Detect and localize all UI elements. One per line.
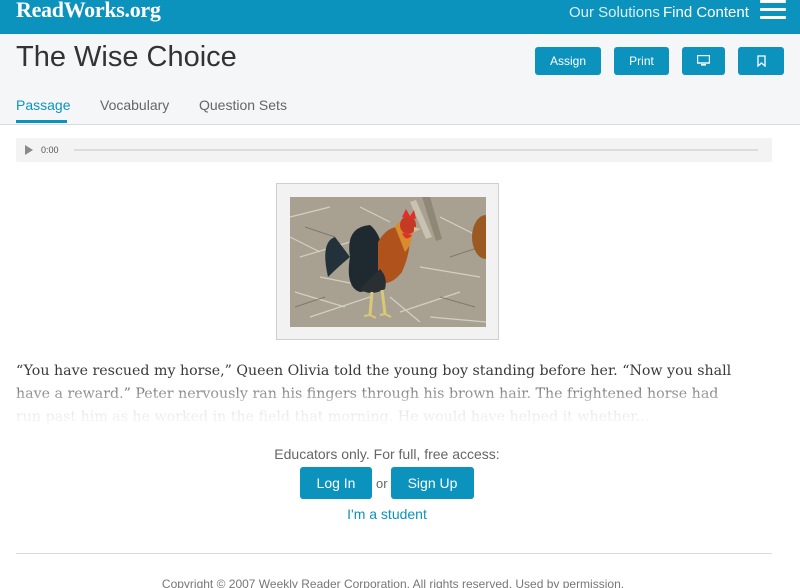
assign-button[interactable]: Assign	[535, 47, 601, 75]
audio-progress-bar[interactable]	[74, 149, 758, 151]
signup-button[interactable]: Sign Up	[391, 467, 474, 499]
audio-time: 0:00	[41, 145, 59, 155]
or-separator: or	[376, 476, 388, 491]
play-icon[interactable]	[25, 145, 33, 155]
passage-image-frame	[276, 183, 499, 340]
tab-question-sets[interactable]: Question Sets	[199, 97, 287, 113]
passage-fade-overlay	[0, 378, 800, 428]
present-button[interactable]	[682, 47, 725, 75]
tab-passage[interactable]: Passage	[16, 97, 70, 113]
tab-vocabulary[interactable]: Vocabulary	[100, 97, 169, 113]
readworks-logo[interactable]: ReadWorks.org	[16, 0, 161, 23]
footer-divider	[16, 553, 772, 554]
print-button[interactable]: Print	[614, 47, 669, 75]
audio-player: 0:00	[16, 138, 772, 162]
nav-our-solutions[interactable]: Our Solutions	[569, 4, 660, 21]
passage-header: The Wise Choice Assign Print Passage Voc…	[0, 34, 800, 125]
bookmark-button[interactable]	[738, 47, 784, 75]
hamburger-menu-icon[interactable]	[760, 0, 786, 22]
rooster-image	[290, 197, 486, 327]
page-title: The Wise Choice	[16, 41, 237, 73]
bookmark-icon	[756, 55, 766, 67]
active-tab-indicator	[16, 120, 67, 123]
monitor-icon	[697, 55, 710, 66]
student-link[interactable]: I'm a student	[0, 506, 774, 522]
copyright-text: Copyright © 2007 Weekly Reader Corporati…	[161, 577, 625, 588]
top-navigation-bar: ReadWorks.org Our Solutions Find Content	[0, 0, 800, 34]
nav-find-content[interactable]: Find Content	[663, 4, 749, 21]
access-prompt: Educators only. For full, free access:	[274, 446, 500, 462]
login-button[interactable]: Log In	[300, 467, 372, 499]
